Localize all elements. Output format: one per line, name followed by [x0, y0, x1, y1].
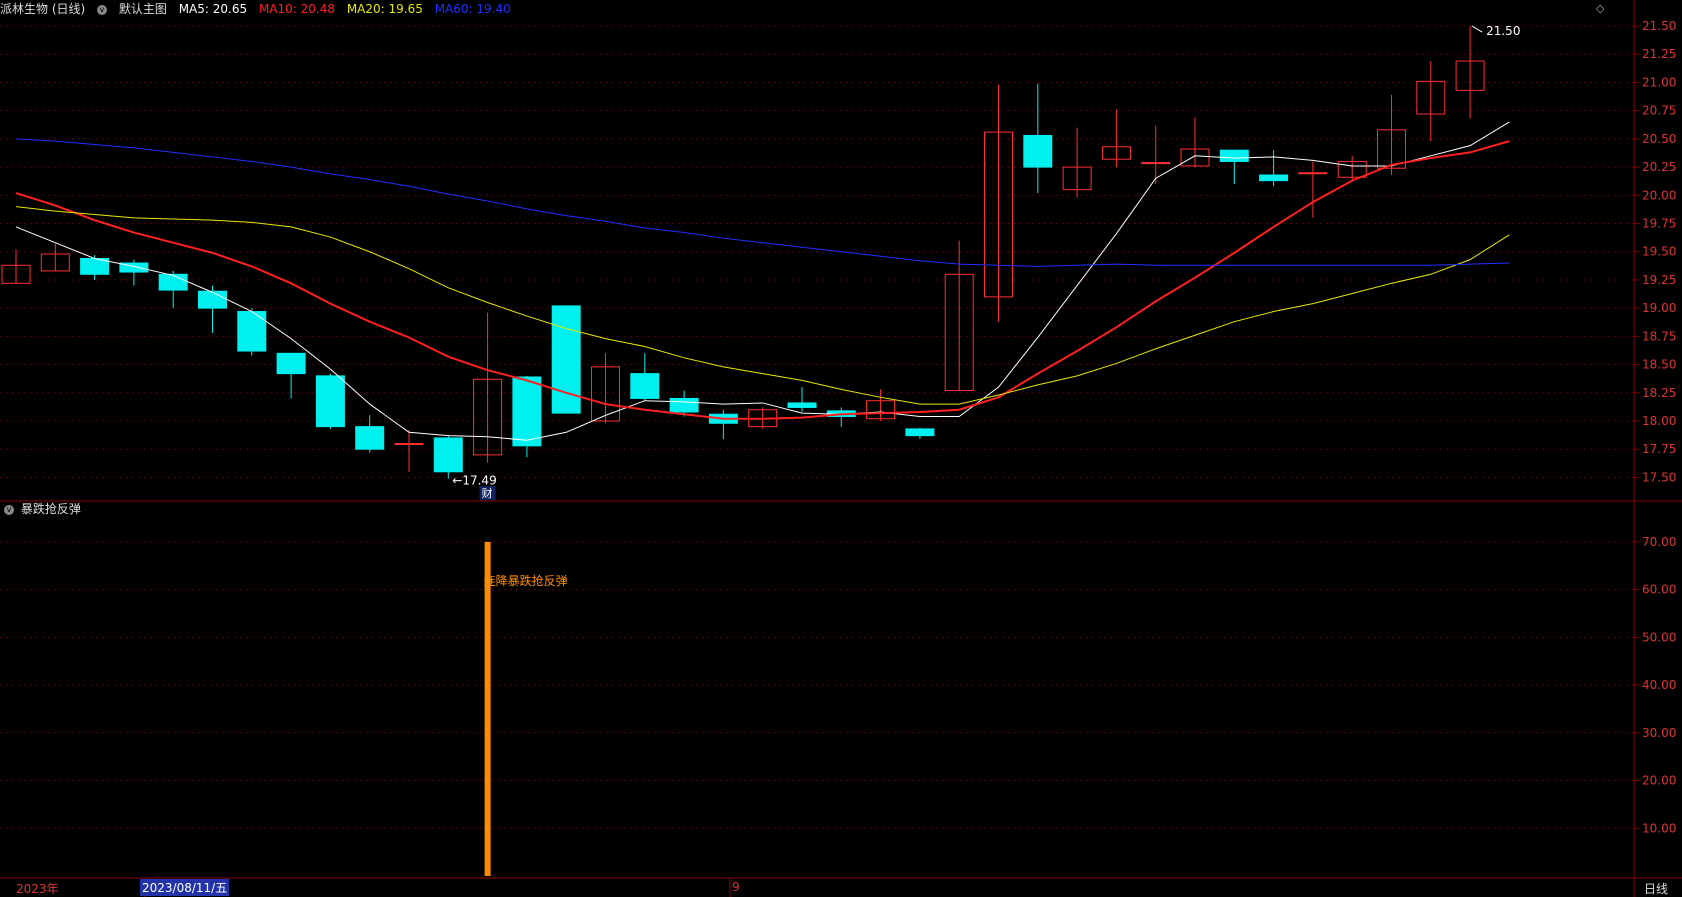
candle-body-down: [669, 397, 699, 413]
candle-body-up: [394, 443, 424, 446]
indicator-tick-label: 60.00: [1642, 583, 1676, 597]
cursor-date: 2023/08/11/五: [140, 879, 230, 896]
high-price-label: 21.50: [1486, 24, 1520, 38]
indicator-tick-label: 50.00: [1642, 630, 1676, 644]
price-tick-label: 19.25: [1642, 273, 1676, 287]
price-tick-label: 17.50: [1642, 470, 1676, 484]
candle-body-down: [276, 352, 306, 375]
price-tick-label: 21.50: [1642, 19, 1676, 33]
price-tick-label: 19.00: [1642, 301, 1676, 315]
price-tick-label: 21.25: [1642, 47, 1676, 61]
candle-body-down: [433, 437, 463, 473]
indicator-signal-bar: [484, 541, 491, 876]
price-tick-label: 20.50: [1642, 132, 1676, 146]
year-label: 2023年: [16, 882, 59, 896]
candle-body-down: [1219, 149, 1249, 162]
price-tick-label: 20.75: [1642, 104, 1676, 118]
candle-body-down: [158, 273, 188, 291]
candle-body-down: [237, 311, 267, 352]
stock-chart[interactable]: 21.50 21.25 21.00 20.75 20.50 20.25 20.00 19.75…: [0, 0, 1682, 897]
period-label[interactable]: 日线: [1644, 880, 1668, 897]
candle-body-down: [630, 373, 660, 399]
finance-marker: 财: [482, 486, 493, 500]
indicator-tick-label: 70.00: [1642, 535, 1676, 549]
price-tick-label: 19.75: [1642, 217, 1676, 231]
candle-body-down: [787, 402, 817, 408]
candle-body-down: [905, 428, 935, 437]
candle-body-up: [1141, 162, 1171, 165]
candle-body-down: [1259, 174, 1289, 182]
candle-body-down: [1023, 134, 1053, 168]
candle-body-up: [1298, 172, 1328, 175]
candle-body-down: [512, 376, 542, 447]
indicator-tick-label: 20.00: [1642, 774, 1676, 788]
high-price-pointer: [1471, 25, 1483, 33]
candle-body-down: [355, 426, 385, 450]
price-tick-label: 18.50: [1642, 358, 1676, 372]
indicator-signal-label: 连降暴跌抢反弹: [484, 573, 568, 588]
price-tick-label: 17.75: [1642, 442, 1676, 456]
price-tick-label: 18.75: [1642, 329, 1676, 343]
indicator-tick-label: 40.00: [1642, 678, 1676, 692]
candle-body-down: [198, 290, 227, 309]
price-tick-label: 19.50: [1642, 245, 1676, 259]
indicator-tick-label: 10.00: [1642, 821, 1676, 835]
candle-body-down: [315, 375, 345, 428]
candle-body-down: [551, 305, 581, 414]
price-tick-label: 18.00: [1642, 414, 1676, 428]
price-tick-label: 20.25: [1642, 160, 1676, 174]
month-label: 9: [732, 880, 740, 894]
price-tick-label: 18.25: [1642, 386, 1676, 400]
indicator-tick-label: 30.00: [1642, 726, 1676, 740]
low-price-label: ←17.49: [452, 474, 496, 488]
price-tick-label: 21.00: [1642, 75, 1676, 89]
price-tick-label: 20.00: [1642, 188, 1676, 202]
